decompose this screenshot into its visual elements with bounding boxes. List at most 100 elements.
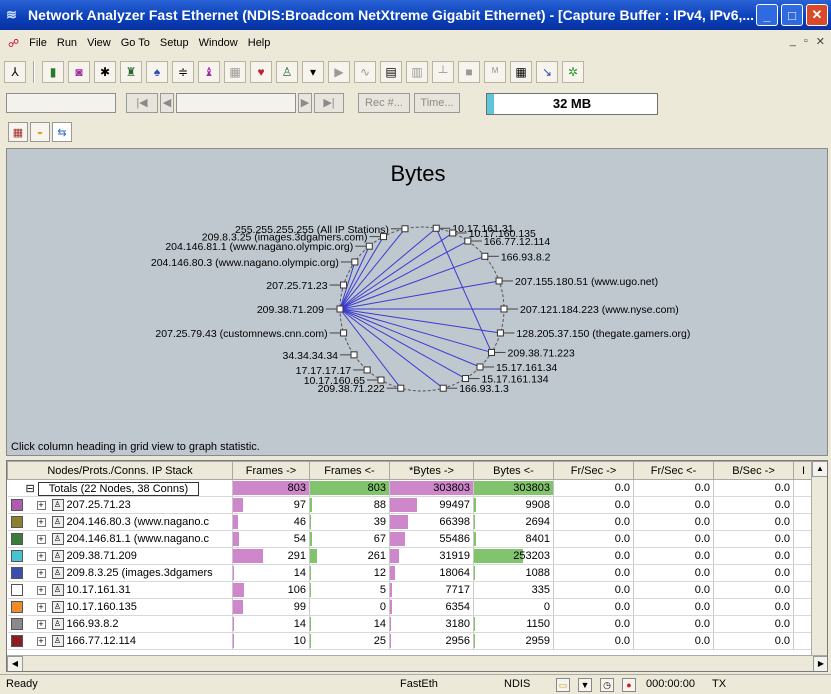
graph-node[interactable] (461, 375, 469, 383)
col-header-frames-in[interactable]: Frames <- (309, 461, 390, 480)
table-row[interactable]: + ♙ 10.17.160.135 99 0 6354 0 0.0 0.0 0.0 (7, 598, 814, 616)
report-icon[interactable]: ▤ (380, 61, 402, 83)
graph-node[interactable] (481, 252, 489, 260)
mdi-close-button[interactable]: ✕ (816, 35, 825, 48)
col-header-frames-out[interactable]: Frames -> (232, 461, 310, 480)
chart-icon[interactable]: ┴ (432, 61, 454, 83)
graph-node[interactable] (496, 329, 504, 337)
filter-field[interactable] (6, 93, 116, 113)
rec-button[interactable]: Rec #... (358, 93, 410, 113)
table-row[interactable]: + ♙ 207.25.71.23 97 88 99497 9908 0.0 0.0 0.0 (7, 496, 814, 514)
graph-node[interactable] (500, 305, 508, 313)
col-header-frsec-in[interactable]: Fr/Sec <- (633, 461, 714, 480)
filter-icon[interactable]: ✱ (94, 61, 116, 83)
protocol-icon[interactable]: ♝ (198, 61, 220, 83)
replay-icon[interactable]: ▶ (328, 61, 350, 83)
menu-view[interactable]: View (87, 37, 111, 49)
table-row[interactable]: + ♙ 209.38.71.209 291 261 31919 253203 0.0 0.0 0.… (7, 547, 814, 565)
expand-icon[interactable]: + (36, 551, 46, 561)
col-header-frsec-out[interactable]: Fr/Sec -> (553, 461, 634, 480)
col-header-bsec-out[interactable]: B/Sec -> (713, 461, 794, 480)
scroll-right-icon[interactable]: ▶ (813, 656, 827, 671)
totals-row[interactable]: ⊟ Totals (22 Nodes, 38 Conns) 803 803 30… (7, 479, 814, 497)
wave-icon[interactable]: ∿ (354, 61, 376, 83)
grid-icon[interactable]: ▦ (224, 61, 246, 83)
folder-icon[interactable]: ▭ (556, 678, 570, 692)
graph-node[interactable] (340, 329, 348, 337)
matrix-view-icon[interactable]: ⇆ (52, 122, 72, 142)
scroll-left-icon[interactable]: ◀ (7, 656, 23, 671)
col-header-bytes-in[interactable]: Bytes <- (473, 461, 554, 480)
expand-icon[interactable]: + (36, 619, 46, 629)
first-record-button[interactable]: |◀ (126, 93, 158, 113)
monitor-icon[interactable]: ◙ (68, 61, 90, 83)
tree-icon[interactable]: ♙ (276, 61, 298, 83)
last-record-button[interactable]: ▶| (314, 93, 344, 113)
start-capture-icon[interactable]: ⅄ (4, 61, 26, 83)
timer-icon[interactable]: ◷ (600, 678, 614, 692)
expand-icon[interactable]: + (36, 602, 46, 612)
grid-horizontal-scrollbar[interactable]: ◀ ▶ (7, 655, 827, 671)
table-row[interactable]: + ♙ 10.17.161.31 106 5 7717 335 0.0 0.0 0.0 (7, 581, 814, 599)
time-button[interactable]: Time... (414, 93, 460, 113)
graph-node[interactable] (377, 376, 385, 384)
menu-file[interactable]: File (29, 37, 47, 49)
menu-window[interactable]: Window (199, 37, 238, 49)
graph-node[interactable] (397, 384, 405, 392)
graph-node[interactable] (432, 224, 440, 232)
table-icon[interactable]: ▥ (406, 61, 428, 83)
expert-icon[interactable]: ✲ (562, 61, 584, 83)
graph-node[interactable] (363, 366, 371, 374)
dropdown-icon[interactable]: ▾ (302, 61, 324, 83)
graph-node[interactable] (336, 305, 344, 313)
grid-view-icon[interactable]: ▦ (8, 122, 28, 142)
next-record-button[interactable]: ▶ (298, 93, 312, 113)
record-slider[interactable] (176, 93, 296, 113)
table-row[interactable]: + ♙ 166.77.12.114 10 25 2956 2959 0.0 0.0 0.0 (7, 632, 814, 650)
menu-run[interactable]: Run (57, 37, 77, 49)
connections-icon[interactable]: ♠ (146, 61, 168, 83)
graph-node[interactable] (365, 242, 373, 250)
pie-view-icon[interactable]: ◒ (30, 122, 50, 142)
graph-node[interactable] (476, 363, 484, 371)
expand-icon[interactable]: + (36, 517, 46, 527)
stop-icon[interactable]: ▮ (42, 61, 64, 83)
heart-icon[interactable]: ♥ (250, 61, 272, 83)
layout-icon[interactable]: ▦ (510, 61, 532, 83)
table-row[interactable]: + ♙ 209.8.3.25 (images.3dgamers 14 12 18064 10… (7, 564, 814, 582)
col-header-nodes[interactable]: Nodes/Prots./Conns. IP Stack (7, 461, 233, 480)
graph-node[interactable] (380, 233, 388, 241)
trigger-icon[interactable]: ≑ (172, 61, 194, 83)
close-button[interactable]: ✕ (806, 4, 828, 26)
capture-icon[interactable]: ☍ (8, 37, 19, 50)
graph-node[interactable] (488, 348, 496, 356)
table-row[interactable]: + ♙ 204.146.80.3 (www.nagano.c 46 39 66398 269… (7, 513, 814, 531)
minimize-button[interactable]: _ (756, 4, 778, 26)
filter-status-icon[interactable]: ▼ (578, 678, 592, 692)
graph-node[interactable] (350, 351, 358, 359)
scroll-up-icon[interactable]: ▲ (812, 461, 827, 477)
lock-icon[interactable]: ■ (458, 61, 480, 83)
expand-icon[interactable]: + (36, 636, 46, 646)
maximize-button[interactable]: □ (781, 4, 803, 26)
col-header-bytes-out[interactable]: *Bytes -> (389, 461, 474, 480)
expand-icon[interactable]: + (36, 500, 46, 510)
collapse-icon[interactable]: ⊟ (26, 483, 35, 495)
table-row[interactable]: + ♙ 166.93.8.2 14 14 3180 1150 0.0 0.0 0.0 (7, 615, 814, 633)
menu-goto[interactable]: Go To (121, 37, 150, 49)
graph-node[interactable] (351, 258, 359, 266)
graph-node[interactable] (401, 225, 409, 233)
graph-node[interactable] (449, 229, 457, 237)
network-icon[interactable]: ♜ (120, 61, 142, 83)
graph-node[interactable] (464, 237, 472, 245)
table-row[interactable]: + ♙ 204.146.81.1 (www.nagano.c 54 67 55486 840… (7, 530, 814, 548)
record-icon[interactable]: ● (622, 678, 636, 692)
graph-node[interactable] (495, 277, 503, 285)
mdi-restore-button[interactable]: ▫ (804, 35, 808, 48)
menu-help[interactable]: Help (248, 37, 271, 49)
expand-icon[interactable]: + (36, 585, 46, 595)
graph-node[interactable] (340, 281, 348, 289)
mp-icon[interactable]: ᴹ (484, 61, 506, 83)
expand-icon[interactable]: + (36, 534, 46, 544)
expand-icon[interactable]: + (36, 568, 46, 578)
